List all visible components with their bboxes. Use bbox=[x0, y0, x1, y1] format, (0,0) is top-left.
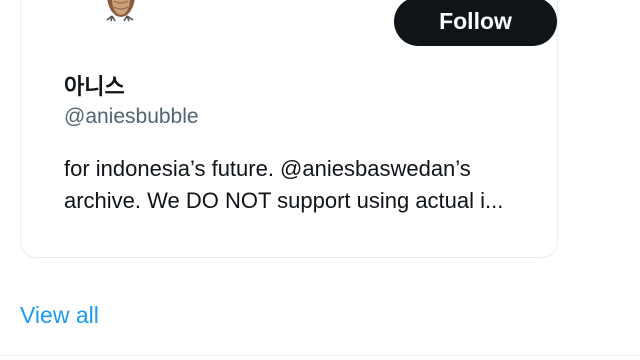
bio-line: archive. We DO NOT support using actual … bbox=[64, 188, 504, 213]
follow-button[interactable]: Follow bbox=[394, 0, 557, 46]
owl-avatar-icon[interactable] bbox=[99, 0, 143, 23]
section-divider bbox=[0, 355, 640, 356]
who-to-follow-panel: Follow 아니스 @aniesbubble for indonesia’s … bbox=[0, 0, 640, 360]
user-recommendation-card[interactable]: Follow 아니스 @aniesbubble for indonesia’s … bbox=[20, 0, 558, 258]
view-all-link[interactable]: View all bbox=[20, 302, 99, 329]
user-handle[interactable]: @aniesbubble bbox=[64, 105, 199, 129]
bio-line: for indonesia’s future. @aniesbaswedan’s bbox=[64, 156, 471, 181]
user-bio: for indonesia’s future. @aniesbaswedan’s… bbox=[64, 153, 564, 217]
user-display-name[interactable]: 아니스 bbox=[64, 69, 125, 101]
